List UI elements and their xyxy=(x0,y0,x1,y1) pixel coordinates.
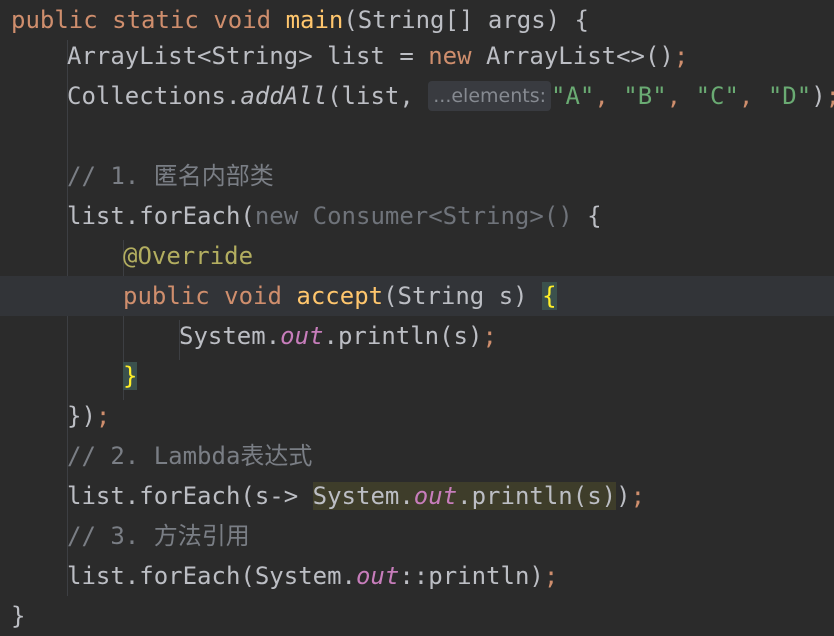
code-text: list.forEach( xyxy=(67,202,255,230)
matched-brace-close: } xyxy=(123,362,138,390)
keyword: public xyxy=(11,6,98,34)
method-name: accept xyxy=(296,282,384,310)
keyword: static xyxy=(112,6,199,34)
anonymous-class-text: new Consumer<String>() xyxy=(254,202,573,230)
code-line-6[interactable]: list.forEach(new Consumer<String>() { xyxy=(0,196,834,236)
comma: , xyxy=(738,82,768,110)
string-literal: "A" xyxy=(551,82,595,110)
code-line-14[interactable]: // 3. 方法引用 xyxy=(0,516,834,556)
keyword: void xyxy=(224,282,282,310)
code-text: ) xyxy=(616,482,631,510)
annotation: @Override xyxy=(123,242,254,270)
code-line-5[interactable]: // 1. 匿名内部类 xyxy=(0,156,834,196)
semicolon: ; xyxy=(543,562,559,590)
closing-brace: } xyxy=(11,602,26,630)
code-text: System. xyxy=(312,482,414,510)
code-text: System. xyxy=(179,322,281,350)
comma: , xyxy=(594,82,624,110)
comma: , xyxy=(666,82,696,110)
semicolon: ; xyxy=(482,322,497,350)
keyword: void xyxy=(213,6,272,34)
keyword: new xyxy=(428,42,472,70)
semicolon: ; xyxy=(95,402,111,430)
comment: // 3. 方法引用 xyxy=(67,522,250,550)
code-line-1[interactable]: public static void main(String[] args) { xyxy=(0,0,834,40)
code-text: ArrayList<>() xyxy=(471,42,674,70)
code-text: list.forEach(System. xyxy=(67,562,356,590)
lambda-body-highlight: System.out.println(s) xyxy=(312,482,617,510)
string-literal: "C" xyxy=(695,82,739,110)
matched-brace-open: { xyxy=(542,282,557,310)
static-field: out xyxy=(413,482,458,510)
code-line-13[interactable]: list.forEach(s-> System.out.println(s)); xyxy=(0,476,834,516)
string-literal: "B" xyxy=(623,82,667,110)
string-literal: "D" xyxy=(767,82,812,110)
semicolon: ; xyxy=(673,42,689,70)
code-line-11[interactable]: }); xyxy=(0,396,834,436)
code-text: (String[] args) { xyxy=(343,6,589,34)
method-name: main xyxy=(285,6,344,34)
code-text: ArrayList<String> list = xyxy=(67,42,429,70)
static-field: out xyxy=(355,562,400,590)
code-line-7[interactable]: @Override xyxy=(0,236,834,276)
code-text: .println(s) xyxy=(457,482,617,510)
code-text: }) xyxy=(67,402,96,430)
comment: // 2. Lambda表达式 xyxy=(67,442,313,470)
semicolon: ; xyxy=(630,482,646,510)
code-text: (String s) xyxy=(383,282,543,310)
code-text: ) xyxy=(811,82,826,110)
code-editor[interactable]: public static void main(String[] args) {… xyxy=(0,0,834,636)
code-text: Collections. xyxy=(67,82,241,110)
parameter-hint: ...elements: xyxy=(428,81,552,111)
code-text: { xyxy=(572,202,602,230)
code-line-9[interactable]: System.out.println(s); xyxy=(0,316,834,356)
code-text: .println(s) xyxy=(323,322,483,350)
comment: // 1. 匿名内部类 xyxy=(67,162,274,190)
semicolon: ; xyxy=(826,82,834,110)
code-line-3[interactable]: Collections.addAll(list, ...elements: "A"… xyxy=(0,76,834,116)
keyword: public xyxy=(123,282,210,310)
static-field: out xyxy=(280,322,324,350)
code-line-10[interactable]: } xyxy=(0,356,834,396)
code-text: list.forEach(s-> xyxy=(67,482,313,510)
code-text: (list, xyxy=(327,82,429,110)
code-line-16[interactable]: } xyxy=(0,596,834,636)
code-line-15[interactable]: list.forEach(System.out::println); xyxy=(0,556,834,596)
code-text: ::println) xyxy=(399,562,544,590)
code-line-8-current[interactable]: public void accept(String s) { xyxy=(0,276,834,316)
code-line-2[interactable]: ArrayList<String> list = new ArrayList<>… xyxy=(0,36,834,76)
method-call: addAll xyxy=(240,82,328,110)
code-line-12[interactable]: // 2. Lambda表达式 xyxy=(0,436,834,476)
